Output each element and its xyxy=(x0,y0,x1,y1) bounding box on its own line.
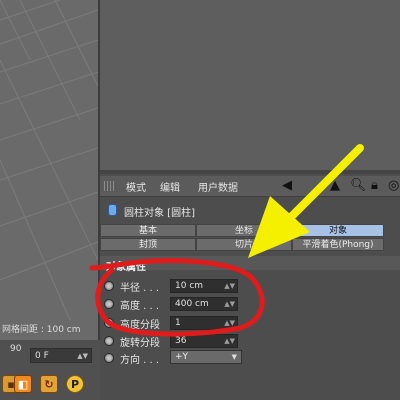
viewport-grid xyxy=(0,0,98,321)
frame-marker: 90 xyxy=(10,344,22,354)
menu-edit[interactable]: 编辑 xyxy=(160,179,180,194)
object-manager-panel xyxy=(100,0,400,170)
spinner-icon[interactable]: ▲▼ xyxy=(77,349,88,364)
target-icon[interactable]: ◎ xyxy=(388,178,399,193)
height-segments-label: 高度分段 xyxy=(120,320,160,331)
tab-caps[interactable]: 封顶 xyxy=(100,238,196,251)
arrow-left-icon[interactable]: ◀ xyxy=(282,178,292,193)
rotation-segments-value: 36 xyxy=(175,336,187,346)
height-value: 400 cm xyxy=(175,299,209,309)
playback-icon[interactable]: P xyxy=(66,375,84,393)
chevron-down-icon: ▼ xyxy=(231,353,237,361)
rotation-segments-input[interactable]: 36 ▲▼ xyxy=(170,334,238,348)
current-frame-value: 0 F xyxy=(35,351,49,361)
autokey-icon[interactable]: ↻ xyxy=(40,375,58,393)
spinner-icon[interactable]: ▲▼ xyxy=(224,317,235,329)
height-input[interactable]: 400 cm ▲▼ xyxy=(170,297,238,311)
spinner-icon[interactable]: ▲▼ xyxy=(224,280,235,292)
rotation-segments-label: 旋转分段 xyxy=(120,338,160,349)
tab-basic[interactable]: 基本 xyxy=(100,224,196,237)
height-animate-icon[interactable] xyxy=(104,299,114,309)
radius-label: 半径 . . . xyxy=(120,283,160,294)
height-label: 高度 . . . xyxy=(120,301,160,312)
radius-input[interactable]: 10 cm ▲▼ xyxy=(170,279,238,293)
orientation-label: 方向 . . . xyxy=(120,355,160,366)
spinner-icon[interactable]: ▲▼ xyxy=(224,335,235,347)
3d-viewport[interactable]: 网格间距 : 100 cm xyxy=(0,0,98,340)
menu-mode[interactable]: 模式 xyxy=(126,179,146,194)
current-frame-field[interactable]: 0 F ▲▼ xyxy=(30,348,92,363)
height-segments-animate-icon[interactable] xyxy=(104,318,114,328)
spinner-icon[interactable]: ▲▼ xyxy=(224,298,235,310)
height-segments-value: 1 xyxy=(175,318,181,328)
arrow-up-icon[interactable]: ▲ xyxy=(330,178,340,193)
lock-icon[interactable]: 🔒︎ xyxy=(371,178,378,193)
section-title: 对象属性 xyxy=(106,262,146,273)
record-icon[interactable]: ◧ xyxy=(14,375,32,393)
grip-icon[interactable] xyxy=(104,181,116,191)
tab-object[interactable]: 对象 xyxy=(292,224,384,237)
orientation-dropdown[interactable]: +Y ▼ xyxy=(170,350,242,364)
tab-slice[interactable]: 切片 xyxy=(196,238,292,251)
height-segments-input[interactable]: 1 ▲▼ xyxy=(170,316,238,330)
tab-phong[interactable]: 平滑着色(Phong) xyxy=(292,238,384,251)
menu-user-data[interactable]: 用户数据 xyxy=(198,179,238,194)
grid-spacing-label: 网格间距 : 100 cm xyxy=(2,325,81,335)
radius-animate-icon[interactable] xyxy=(104,281,114,291)
search-icon[interactable]: 🔍︎ xyxy=(350,178,367,193)
orientation-value: +Y xyxy=(175,352,189,362)
orientation-animate-icon[interactable] xyxy=(104,353,114,363)
object-title: 圆柱对象 [圆柱] xyxy=(124,208,195,219)
radius-value: 10 cm xyxy=(175,281,204,291)
cylinder-object-icon xyxy=(108,204,117,216)
rotation-segments-animate-icon[interactable] xyxy=(104,336,114,346)
tab-coordinates[interactable]: 坐标 xyxy=(196,224,292,237)
